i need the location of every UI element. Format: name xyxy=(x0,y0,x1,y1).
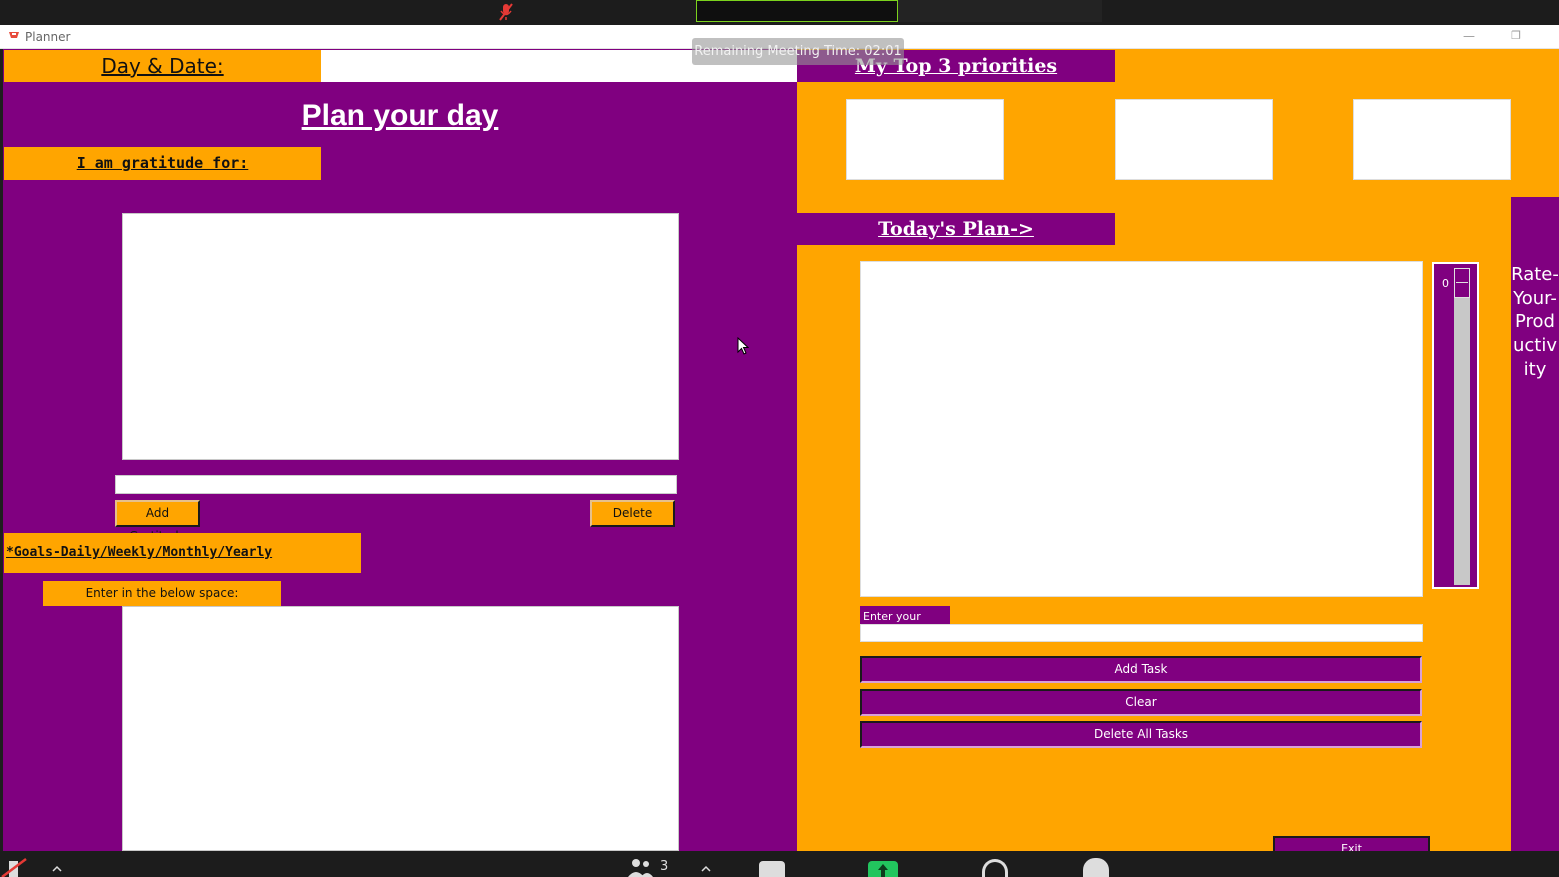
mouse-cursor-icon xyxy=(737,336,750,355)
slider-thumb[interactable] xyxy=(1454,268,1470,298)
speaker-video-thumbnail[interactable] xyxy=(696,0,898,22)
mic-muted-icon[interactable] xyxy=(497,2,515,22)
participants-caret-icon[interactable] xyxy=(700,857,712,877)
meeting-top-bar xyxy=(0,0,1559,25)
meeting-timer-overlay: Remaining Meeting Time: 02:01 xyxy=(692,38,904,65)
participants-icon[interactable]: 3 xyxy=(627,857,675,877)
todays-plan-label: Today's Plan-> xyxy=(797,213,1115,245)
window-title: Planner xyxy=(25,30,71,44)
goals-textarea[interactable] xyxy=(122,606,679,851)
delete-all-tasks-button[interactable]: Delete All Tasks xyxy=(860,721,1422,748)
gratitude-list[interactable] xyxy=(122,213,679,460)
add-gratitude-button[interactable]: Add Gratitude xyxy=(115,500,200,543)
meeting-top-strip xyxy=(898,0,1102,22)
goals-label: *Goals-Daily/Weekly/Monthly/Yearly xyxy=(4,533,361,573)
caret-up-icon[interactable] xyxy=(51,857,63,877)
page-title: Plan your day xyxy=(301,99,499,132)
reactions-icon[interactable] xyxy=(1083,858,1109,877)
priority-3-box[interactable] xyxy=(1353,99,1511,180)
window-app-icon xyxy=(8,30,20,45)
record-icon[interactable] xyxy=(982,859,1008,877)
priority-1-box[interactable] xyxy=(846,99,1004,180)
productivity-slider[interactable]: 0 xyxy=(1432,262,1479,589)
add-task-button[interactable]: Add Task xyxy=(860,656,1422,683)
chat-icon[interactable] xyxy=(759,861,785,877)
gratitude-input[interactable] xyxy=(115,475,677,494)
task-input[interactable] xyxy=(860,624,1423,642)
share-screen-icon[interactable] xyxy=(868,861,898,877)
slider-value: 0 xyxy=(1442,277,1449,290)
slider-grip xyxy=(1456,282,1468,283)
goals-instruction-label: Enter in the below space: xyxy=(43,581,281,606)
delete-gratitude-button[interactable]: Delete xyxy=(590,500,675,527)
rate-productivity-bar: Rate-Your-Productivity xyxy=(1511,197,1559,851)
gratitude-label: I am gratitude for: xyxy=(4,147,321,180)
maximize-icon[interactable]: ❐ xyxy=(1507,26,1525,46)
mute-mic-icon[interactable] xyxy=(0,855,28,877)
exit-button[interactable]: Exit xyxy=(1273,836,1430,851)
rate-productivity-label: Rate-Your-Productivity xyxy=(1511,264,1559,380)
slider-track[interactable] xyxy=(1454,268,1470,585)
day-date-label: Day & Date: xyxy=(4,50,321,82)
minimize-icon[interactable]: — xyxy=(1460,26,1478,46)
priority-2-box[interactable] xyxy=(1115,99,1273,180)
meeting-bottom-bar: 3 xyxy=(0,851,1559,877)
clear-button[interactable]: Clear xyxy=(860,689,1422,716)
task-list[interactable] xyxy=(860,261,1423,597)
participants-count: 3 xyxy=(660,859,669,874)
